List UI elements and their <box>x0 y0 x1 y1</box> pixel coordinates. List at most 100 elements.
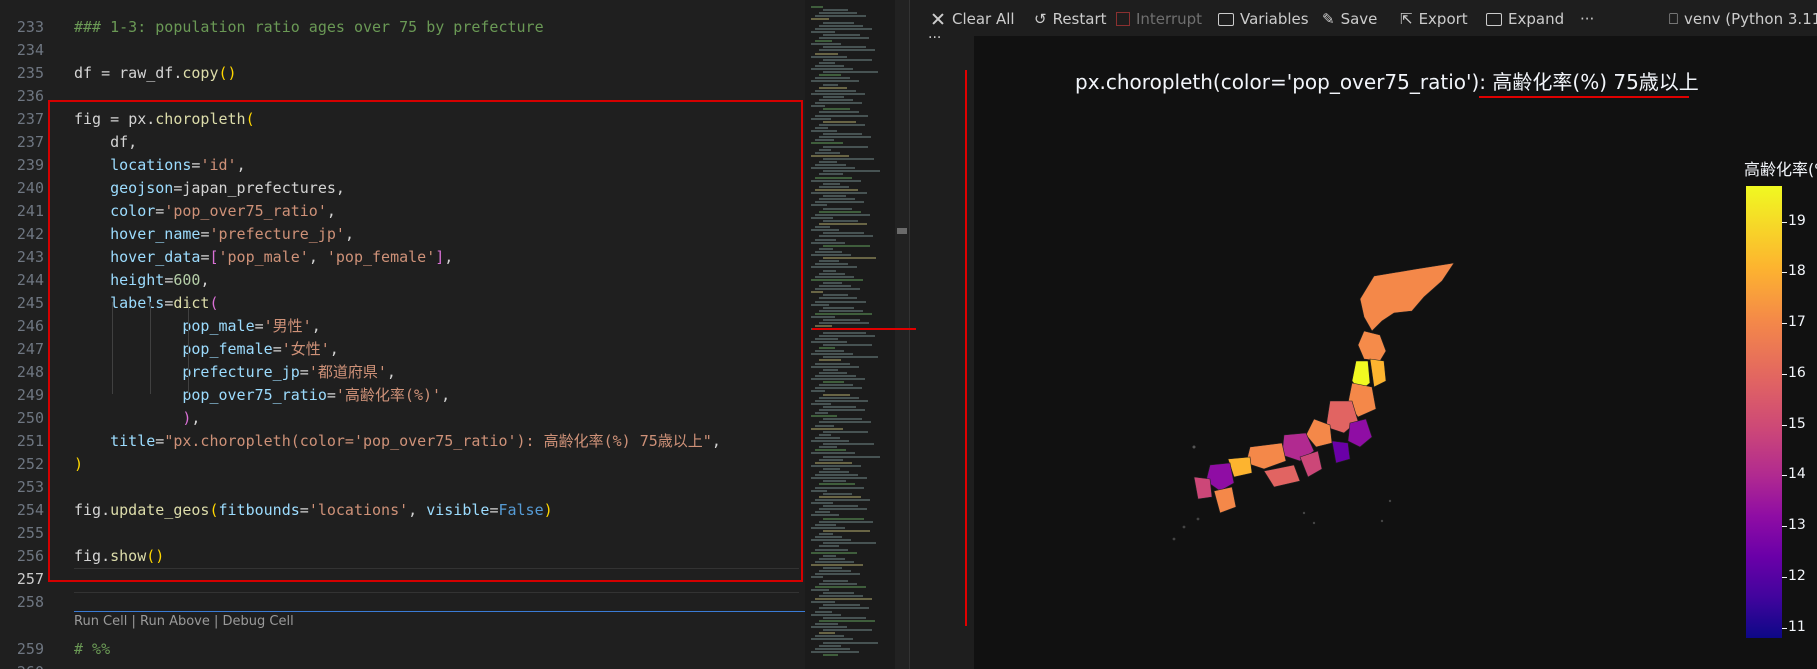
minimap-line <box>819 471 849 473</box>
export-button[interactable]: ⇱ Export <box>1400 9 1468 29</box>
minimap[interactable] <box>805 0 895 669</box>
minimap-line <box>815 486 864 489</box>
close-icon <box>930 11 946 27</box>
minimap-line <box>815 337 838 340</box>
minimap-line <box>823 455 880 458</box>
minimap-line <box>815 585 866 588</box>
minimap-line <box>819 334 875 337</box>
minimap-line <box>819 458 843 461</box>
minimap-line <box>819 545 839 548</box>
cell-codelens[interactable]: Run Cell | Run Above | Debug Cell <box>74 613 294 631</box>
minimap-line <box>815 201 864 204</box>
output-more-button[interactable]: ··· <box>928 30 941 46</box>
variables-button[interactable]: Variables <box>1218 9 1309 29</box>
minimap-line <box>823 529 870 532</box>
minimap-line <box>823 405 856 408</box>
minimap-line <box>819 272 845 275</box>
minimap-line <box>811 340 847 343</box>
minimap-line <box>811 390 825 393</box>
save-icon: ✎ <box>1322 10 1335 28</box>
save-button[interactable]: ✎ Save <box>1322 9 1377 29</box>
minimap-line <box>811 117 831 120</box>
japan-choropleth-map[interactable] <box>1154 251 1484 551</box>
minimap-line <box>811 353 853 356</box>
line-number: 242 <box>16 225 44 243</box>
minimap-line <box>811 464 861 467</box>
code-line[interactable]: # %% <box>74 638 110 661</box>
line-number: 243 <box>16 248 44 266</box>
minimap-line <box>815 523 836 526</box>
minimap-line <box>823 554 836 557</box>
minimap-line <box>823 331 866 334</box>
line-number: 257 <box>16 570 44 588</box>
more-actions-button[interactable]: ··· <box>1580 9 1594 29</box>
prefecture-region <box>1357 330 1387 362</box>
minimap-line <box>823 33 860 36</box>
minimap-line <box>815 40 832 43</box>
stop-icon <box>1116 12 1130 26</box>
minimap-line <box>815 126 828 129</box>
minimap-line <box>819 148 831 151</box>
minimap-line <box>819 384 853 387</box>
colorbar-tick-label: 16 <box>1788 364 1806 381</box>
interrupt-button[interactable]: Interrupt <box>1116 9 1202 29</box>
minimap-line <box>823 517 864 520</box>
minimap-line <box>815 622 838 625</box>
minimap-line <box>823 591 854 594</box>
line-number: 245 <box>16 294 44 312</box>
minimap-line <box>823 653 838 656</box>
minimap-line <box>811 204 827 207</box>
scrollbar-thumb[interactable] <box>897 228 907 234</box>
output-annotation-bar <box>965 70 967 626</box>
minimap-line <box>819 520 873 523</box>
minimap-line <box>823 492 852 495</box>
minimap-line <box>819 632 835 635</box>
minimap-line <box>811 365 859 368</box>
line-number-gutter: 233 234 235 236 237 237 239 240 241 242 243 244 245 2… <box>0 0 52 669</box>
minimap-line <box>811 526 845 529</box>
minimap-line <box>811 18 829 21</box>
code-line[interactable]: ### 1-3: population ratio ages over 75 b… <box>74 16 544 39</box>
island-marker <box>1388 499 1392 503</box>
minimap-line <box>815 511 830 514</box>
minimap-line <box>823 281 842 284</box>
minimap-line <box>811 254 851 256</box>
cell-divider <box>74 611 805 612</box>
minimap-line <box>815 449 846 452</box>
clear-all-button[interactable]: Clear All <box>930 9 1015 29</box>
minimap-line <box>823 9 848 12</box>
minimap-line <box>819 223 867 225</box>
minimap-line <box>823 269 836 272</box>
minimap-line <box>815 560 854 563</box>
code-line[interactable]: df = raw_df.copy() <box>74 62 237 85</box>
minimap-line <box>823 195 846 198</box>
minimap-line <box>823 356 878 359</box>
minimap-line <box>823 145 868 148</box>
minimap-line <box>815 374 856 377</box>
minimap-line <box>819 409 865 411</box>
minimap-line <box>811 278 863 281</box>
line-number: 253 <box>16 478 44 496</box>
minimap-line <box>811 216 833 219</box>
line-number: 247 <box>16 340 44 358</box>
restart-button[interactable]: ↺ Restart <box>1034 9 1107 29</box>
editor-scrollbar[interactable] <box>895 0 910 669</box>
line-number: 233 <box>16 18 44 36</box>
minimap-line <box>815 64 844 67</box>
minimap-line <box>815 647 850 650</box>
minimap-line <box>811 68 853 70</box>
minimap-line <box>819 111 859 114</box>
kernel-picker[interactable]: ⎕ venv (Python 3.11 <box>1669 9 1817 29</box>
minimap-line <box>811 92 865 95</box>
minimap-line <box>819 198 855 201</box>
minimap-line <box>811 440 849 442</box>
minimap-line <box>823 430 868 433</box>
minimap-line <box>815 250 842 253</box>
line-number: 259 <box>16 640 44 658</box>
code-editor[interactable]: 233 234 235 236 237 237 239 240 241 242 243 244 245 2… <box>0 0 805 669</box>
expand-icon <box>1486 12 1502 26</box>
expand-button[interactable]: Expand <box>1486 9 1564 29</box>
plotly-figure[interactable]: px.choropleth(color='pop_over75_ratio'):… <box>974 36 1817 669</box>
minimap-line <box>811 626 847 628</box>
minimap-line <box>819 533 833 535</box>
